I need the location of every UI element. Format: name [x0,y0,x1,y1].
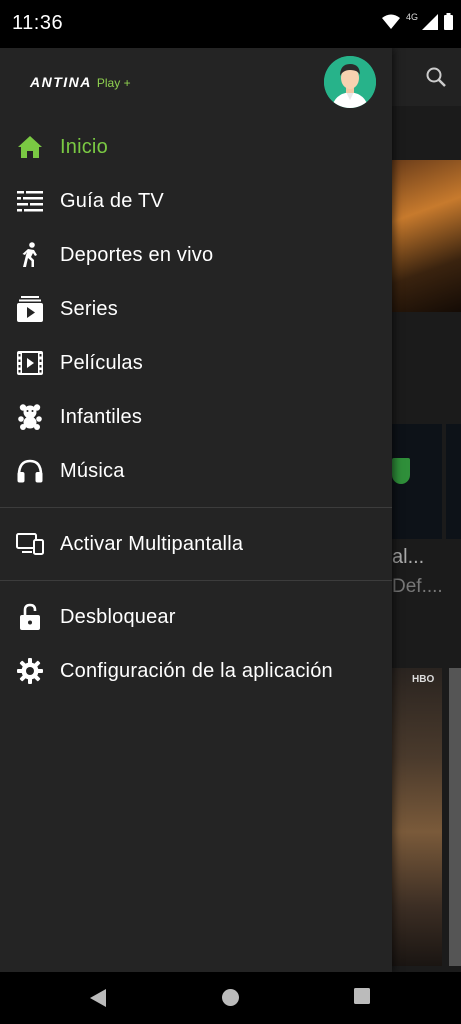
menu-item-label: Guía de TV [60,189,164,212]
background-poster[interactable] [392,668,442,966]
film-icon [16,349,44,377]
gear-icon [16,657,44,685]
team-shield-icon [392,458,410,484]
status-bar: 11:36 4G [0,0,461,48]
wifi-icon [381,14,400,29]
menu-item-label: Activar Multipantalla [60,532,244,555]
app-logo: ANTINA Play + [30,74,131,90]
headphones-icon [16,457,44,485]
menu-item-label: Configuración de la aplicación [60,659,333,682]
menu-item-label: Infantiles [60,405,143,428]
tv-guide-icon [16,187,44,215]
home-button-icon[interactable] [221,988,240,1007]
menu-divider [0,580,392,581]
status-icons: 4G [381,11,453,30]
menu-item-desbloquear[interactable]: Desbloquear [0,590,392,644]
navigation-drawer: ANTINA Play + Inicio Guía de TV Deportes… [0,48,392,972]
user-avatar-icon [324,56,376,108]
drawer-menu: Inicio Guía de TV Deportes en vivo Serie… [0,120,392,698]
menu-item-series[interactable]: Series [0,282,392,336]
menu-item-inicio[interactable]: Inicio [0,120,392,174]
back-icon[interactable] [89,988,107,1008]
menu-item-label: Series [60,297,118,320]
menu-item-label: Desbloquear [60,605,176,628]
menu-item-guia-de-tv[interactable]: Guía de TV [0,174,392,228]
user-avatar[interactable] [324,56,376,108]
menu-item-infantiles[interactable]: Infantiles [0,390,392,444]
menu-divider [0,507,392,508]
menu-item-musica[interactable]: Música [0,444,392,498]
home-icon [16,133,44,161]
logo-brand: ANTINA [30,74,92,90]
recents-icon[interactable] [354,988,370,1004]
multiscreen-icon [16,530,44,558]
menu-item-label: Deportes en vivo [60,243,214,266]
background-subtitle: Def.... [392,576,443,597]
series-icon [16,295,44,323]
menu-item-deportes-en-vivo[interactable]: Deportes en vivo [0,228,392,282]
teddy-bear-icon [16,403,44,431]
battery-icon [444,13,453,30]
signal-icon [422,13,438,30]
background-thumbnail[interactable] [392,160,461,312]
network-type: 4G [405,11,418,22]
running-icon [16,241,44,269]
drawer-header: ANTINA Play + [0,48,392,120]
unlock-icon [16,603,44,631]
status-time: 11:36 [12,12,64,34]
hbo-badge: HBO [412,674,435,685]
background-poster[interactable] [449,668,461,966]
menu-item-activar-multipantalla[interactable]: Activar Multipantalla [0,517,392,571]
background-title: al... [392,546,425,568]
logo-suffix: Play + [96,76,131,90]
menu-item-label: Inicio [60,135,108,158]
menu-item-label: Música [60,459,125,482]
menu-item-configuracion[interactable]: Configuración de la aplicación [0,644,392,698]
menu-item-peliculas[interactable]: Películas [0,336,392,390]
system-navigation-bar [0,972,461,1024]
background-thumbnail[interactable] [446,424,461,539]
search-icon[interactable] [425,66,447,88]
menu-item-label: Películas [60,351,143,374]
